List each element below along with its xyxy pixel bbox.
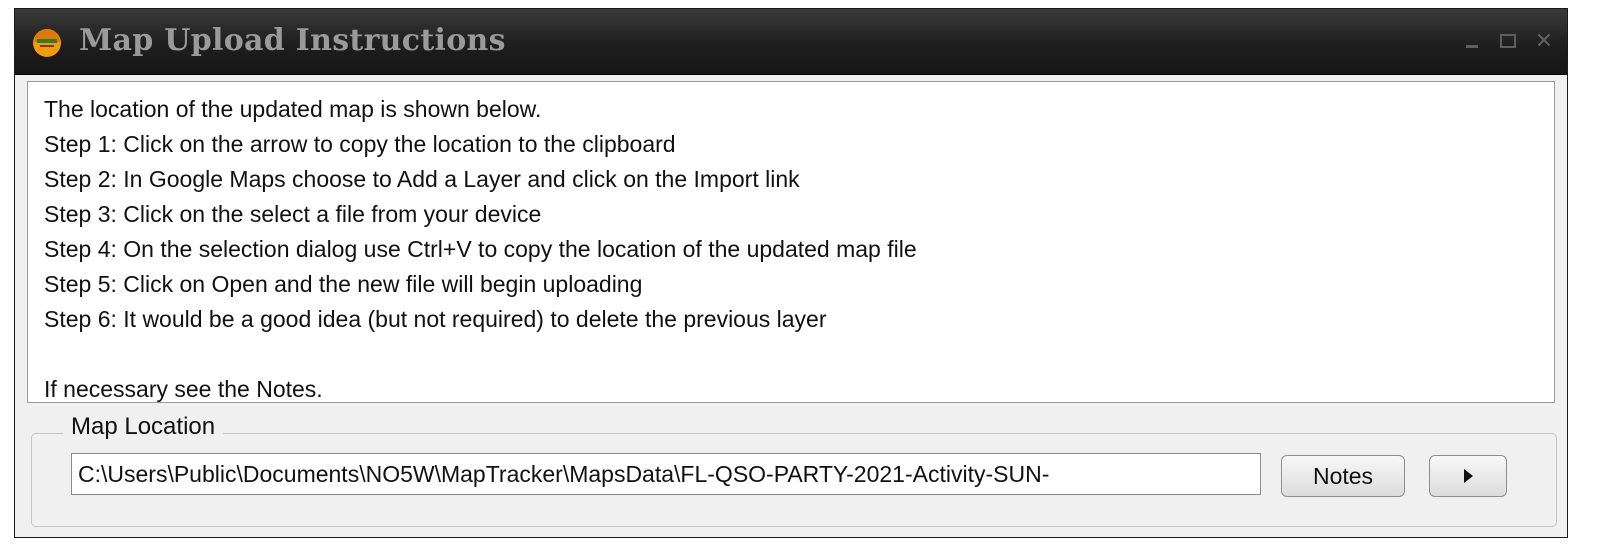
title-bar[interactable]: Map Upload Instructions ✕ [15, 9, 1567, 75]
instruction-line: Step 2: In Google Maps choose to Add a L… [44, 166, 800, 192]
instruction-line: Step 5: Click on Open and the new file w… [44, 271, 643, 297]
maximize-button[interactable] [1495, 29, 1521, 54]
minimize-icon [1466, 44, 1478, 48]
close-button[interactable]: ✕ [1531, 29, 1557, 54]
instruction-line: The location of the updated map is shown… [44, 96, 542, 122]
instruction-line: If necessary see the Notes. [44, 376, 323, 402]
copy-location-button[interactable] [1429, 455, 1507, 497]
instruction-line: Step 4: On the selection dialog use Ctrl… [44, 236, 917, 262]
window-title: Map Upload Instructions [79, 23, 506, 58]
close-icon: ✕ [1534, 28, 1554, 54]
instruction-line: Step 6: It would be a good idea (but not… [44, 306, 827, 332]
instruction-line: Step 1: Click on the arrow to copy the l… [44, 131, 676, 157]
play-arrow-icon [1463, 469, 1473, 483]
map-location-legend: Map Location [63, 411, 224, 443]
maximize-icon [1500, 33, 1516, 48]
instruction-blank-line [44, 337, 1538, 372]
app-logo-icon [33, 29, 61, 57]
map-upload-dialog: Map Upload Instructions ✕ The location o… [14, 8, 1568, 538]
notes-button-label: Notes [1312, 462, 1374, 489]
window-controls: ✕ [1459, 23, 1557, 59]
minimize-button[interactable] [1459, 29, 1485, 54]
instructions-text-box: The location of the updated map is shown… [27, 81, 1555, 403]
map-path-field[interactable] [71, 453, 1261, 495]
instruction-line: Step 3: Click on the select a file from … [44, 201, 542, 227]
notes-button[interactable]: Notes [1281, 455, 1405, 497]
